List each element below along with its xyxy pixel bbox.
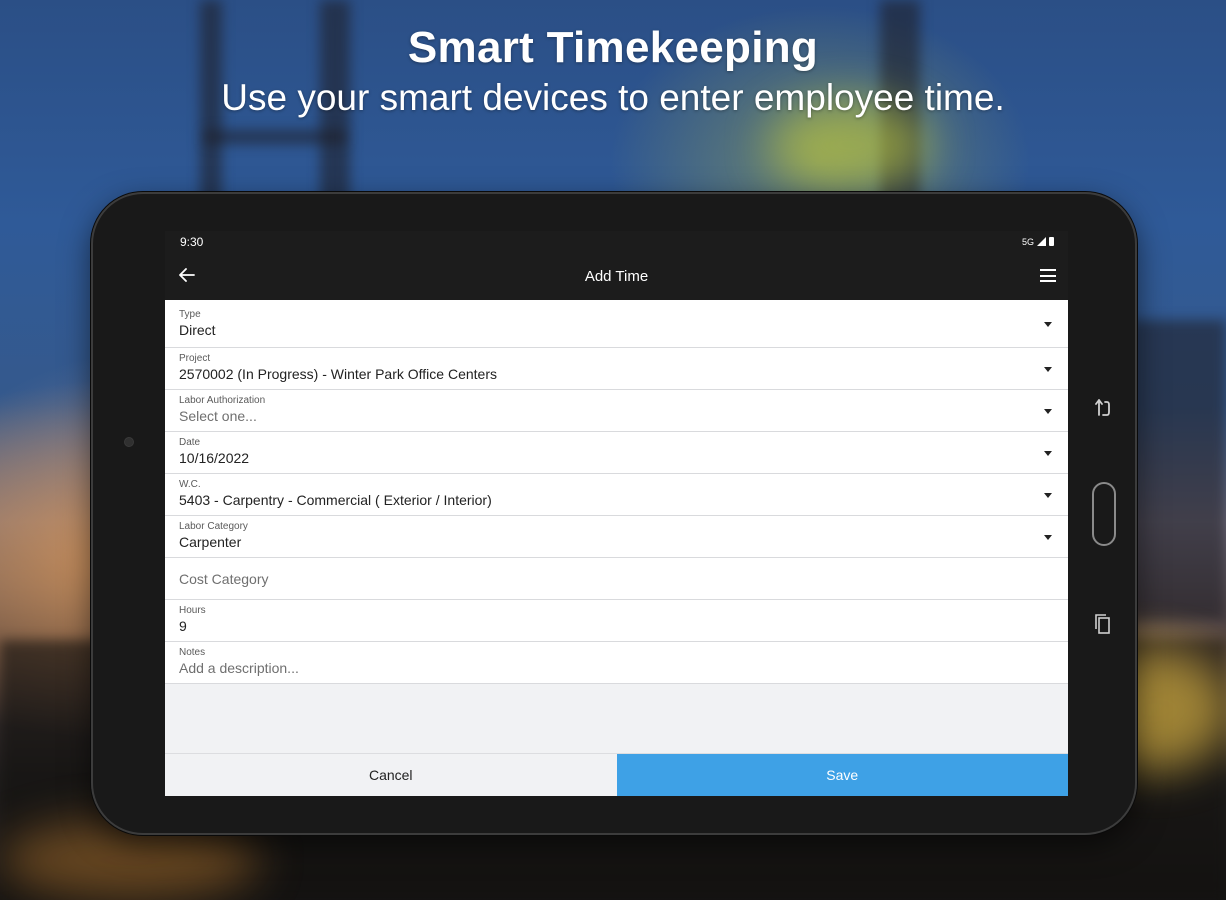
labor-category-value: Carpenter xyxy=(179,534,242,550)
project-select[interactable]: Project 2570002 (In Progress) - Winter P… xyxy=(165,348,1068,390)
front-camera xyxy=(125,438,133,446)
signal-icon xyxy=(1037,237,1046,246)
app-bar: Add Time xyxy=(165,252,1068,300)
cost-category-field[interactable]: Cost Category xyxy=(165,558,1068,600)
cost-category-placeholder: Cost Category xyxy=(179,570,269,587)
notes-field[interactable]: Notes Add a description... xyxy=(165,642,1068,684)
labor-authorization-select[interactable]: Labor Authorization Select one... xyxy=(165,390,1068,432)
labor-category-select[interactable]: Labor Category Carpenter xyxy=(165,516,1068,558)
chevron-down-icon xyxy=(1044,321,1052,327)
project-value: 2570002 (In Progress) - Winter Park Offi… xyxy=(179,366,497,382)
headline: Smart Timekeeping Use your smart devices… xyxy=(0,22,1226,122)
chevron-down-icon xyxy=(1044,492,1052,498)
type-label: Type xyxy=(179,309,201,320)
hamburger-menu-icon[interactable] xyxy=(1040,269,1056,282)
hours-field[interactable]: Hours 9 xyxy=(165,600,1068,642)
tablet-device: 9:30 5G Add Time Type Direct Project 257… xyxy=(91,192,1137,835)
chevron-down-icon xyxy=(1044,366,1052,372)
network-label: 5G xyxy=(1021,236,1034,247)
type-value: Direct xyxy=(179,322,216,338)
date-select[interactable]: Date 10/16/2022 xyxy=(165,432,1068,474)
form-actions: Cancel Save xyxy=(165,753,1068,796)
headline-title: Smart Timekeeping xyxy=(407,23,819,72)
project-label: Project xyxy=(179,353,211,364)
add-time-form: Type Direct Project 2570002 (In Progress… xyxy=(165,300,1068,684)
arrow-left-icon[interactable] xyxy=(175,264,199,288)
notes-placeholder: Add a description... xyxy=(179,660,299,676)
wc-value: 5403 - Carpentry - Commercial ( Exterior… xyxy=(179,492,492,508)
hardware-back-icon[interactable] xyxy=(1091,396,1115,420)
status-bar: 9:30 5G xyxy=(165,231,1068,252)
chevron-down-icon xyxy=(1044,450,1052,456)
cancel-button[interactable]: Cancel xyxy=(165,754,617,796)
headline-subtitle: Use your smart devices to enter employee… xyxy=(221,77,1005,118)
wc-label: W.C. xyxy=(179,479,201,490)
hours-label: Hours xyxy=(179,605,206,616)
chevron-down-icon xyxy=(1044,534,1052,540)
hours-value: 9 xyxy=(179,618,187,634)
page-title: Add Time xyxy=(584,267,649,285)
recent-apps-icon[interactable] xyxy=(1094,613,1112,635)
status-time: 9:30 xyxy=(180,234,204,249)
device-screen: 9:30 5G Add Time Type Direct Project 257… xyxy=(165,231,1068,796)
type-select[interactable]: Type Direct xyxy=(165,300,1068,348)
labor-category-label: Labor Category xyxy=(179,521,248,532)
wc-select[interactable]: W.C. 5403 - Carpentry - Commercial ( Ext… xyxy=(165,474,1068,516)
labor-authorization-placeholder: Select one... xyxy=(179,408,257,424)
date-value: 10/16/2022 xyxy=(179,450,250,466)
chevron-down-icon xyxy=(1044,408,1052,414)
notes-label: Notes xyxy=(179,647,206,658)
home-button-icon[interactable] xyxy=(1092,482,1116,546)
battery-icon xyxy=(1049,237,1054,246)
date-label: Date xyxy=(179,437,201,448)
save-button[interactable]: Save xyxy=(616,754,1068,796)
labor-authorization-label: Labor Authorization xyxy=(179,395,266,406)
